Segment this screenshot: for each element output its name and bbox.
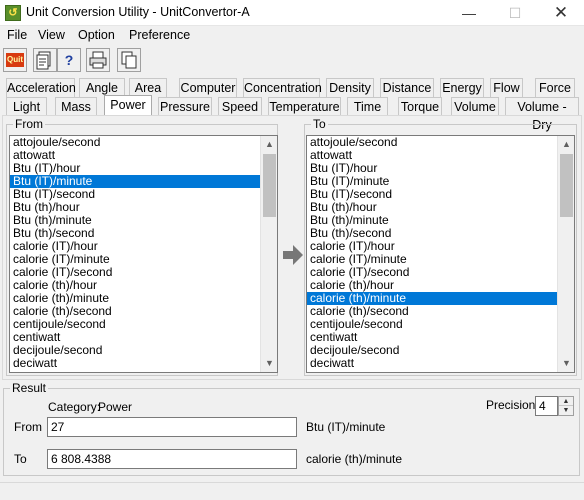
precision-input[interactable]: 4	[535, 396, 558, 416]
to-value-label: To	[14, 452, 27, 466]
tab-power[interactable]: Power	[104, 95, 152, 115]
list-items: attojoule/second attowatt Btu (IT)/hour Btu…	[10, 136, 277, 370]
status-bar	[0, 482, 584, 500]
category-value: Power	[98, 400, 133, 414]
to-list-scrollbar[interactable]: ▲ ▼	[557, 136, 574, 372]
from-unit-list[interactable]: attojoule/second attowatt Btu (IT)/hour Btu…	[9, 135, 278, 373]
tab-acceleration[interactable]: Acceleration	[6, 78, 76, 97]
window-title: Unit Conversion Utility - UnitConvertor-…	[26, 5, 250, 19]
scroll-thumb[interactable]	[263, 154, 276, 217]
tab-light[interactable]: Light	[6, 97, 47, 116]
tab-energy[interactable]: Energy	[440, 78, 484, 97]
quit-button[interactable]: Quit	[3, 48, 27, 72]
list-item[interactable]: deciwatt	[307, 357, 557, 370]
list-items: attojoule/second attowatt Btu (IT)/hour Btu…	[307, 136, 574, 370]
spin-down-icon[interactable]: ▼	[559, 406, 573, 415]
menu-file[interactable]: File	[7, 28, 27, 42]
minimize-button[interactable]: —	[446, 0, 492, 26]
scroll-thumb[interactable]	[560, 154, 573, 217]
tab-mass[interactable]: Mass	[55, 97, 97, 116]
precision-stepper[interactable]: ▲ ▼	[558, 396, 574, 416]
menu-bar: File View Option Preference	[0, 26, 584, 46]
convert-arrow-icon	[282, 243, 304, 267]
menu-view[interactable]: View	[38, 28, 65, 42]
tab-flow[interactable]: Flow	[490, 78, 523, 97]
from-list-scrollbar[interactable]: ▲ ▼	[260, 136, 277, 372]
tab-speed[interactable]: Speed	[218, 97, 262, 116]
from-value-input[interactable]: 27	[47, 417, 297, 437]
scroll-down-icon[interactable]: ▼	[261, 355, 277, 372]
tab-torque[interactable]: Torque	[398, 97, 442, 116]
to-unit-list[interactable]: attojoule/second attowatt Btu (IT)/hour Btu…	[306, 135, 575, 373]
tab-time[interactable]: Time	[347, 97, 388, 116]
scroll-up-icon[interactable]: ▲	[558, 136, 574, 153]
category-label: Category:	[48, 400, 101, 414]
help-icon: ?	[64, 52, 74, 68]
to-value-output[interactable]: 6 808.4388	[47, 449, 297, 469]
printer-icon	[89, 51, 107, 69]
to-unit-label: calorie (th)/minute	[306, 452, 403, 466]
to-group-label: To	[311, 117, 328, 131]
maximize-button[interactable]: ☐	[492, 0, 538, 26]
tab-density[interactable]: Density	[326, 78, 374, 97]
toolbar: Quit ?	[0, 47, 584, 77]
print-button[interactable]	[86, 48, 110, 72]
list-item[interactable]: deciwatt	[10, 357, 260, 370]
help-button[interactable]: ?	[57, 48, 81, 72]
close-button[interactable]: ✕	[538, 0, 584, 26]
from-group-label: From	[13, 117, 45, 131]
app-icon: ↺	[5, 5, 21, 21]
title-bar: ↺ Unit Conversion Utility - UnitConverto…	[0, 0, 584, 26]
tab-computer[interactable]: Computer	[179, 78, 237, 97]
tab-concentration[interactable]: Concentration	[243, 78, 322, 97]
report-icon	[36, 51, 51, 70]
report-button[interactable]	[33, 48, 57, 72]
menu-preference[interactable]: Preference	[129, 28, 190, 42]
tab-volume[interactable]: Volume	[451, 97, 499, 116]
from-value-label: From	[14, 420, 42, 434]
copy-button[interactable]	[117, 48, 141, 72]
tab-temperature[interactable]: Temperature	[268, 97, 341, 116]
copy-icon	[121, 51, 137, 69]
from-unit-label: Btu (IT)/minute	[306, 420, 386, 434]
result-group-label: Result	[10, 381, 49, 395]
tab-force[interactable]: Force	[535, 78, 575, 97]
tab-pressure[interactable]: Pressure	[158, 97, 212, 116]
tab-distance[interactable]: Distance	[380, 78, 434, 97]
precision-label: Precision	[486, 398, 536, 412]
scroll-up-icon[interactable]: ▲	[261, 136, 277, 153]
spin-up-icon[interactable]: ▲	[559, 397, 573, 406]
quit-icon: Quit	[6, 53, 24, 67]
tab-volume-dry[interactable]: Volume - Dry	[505, 97, 579, 132]
menu-option[interactable]: Option	[78, 28, 115, 42]
scroll-down-icon[interactable]: ▼	[558, 355, 574, 372]
